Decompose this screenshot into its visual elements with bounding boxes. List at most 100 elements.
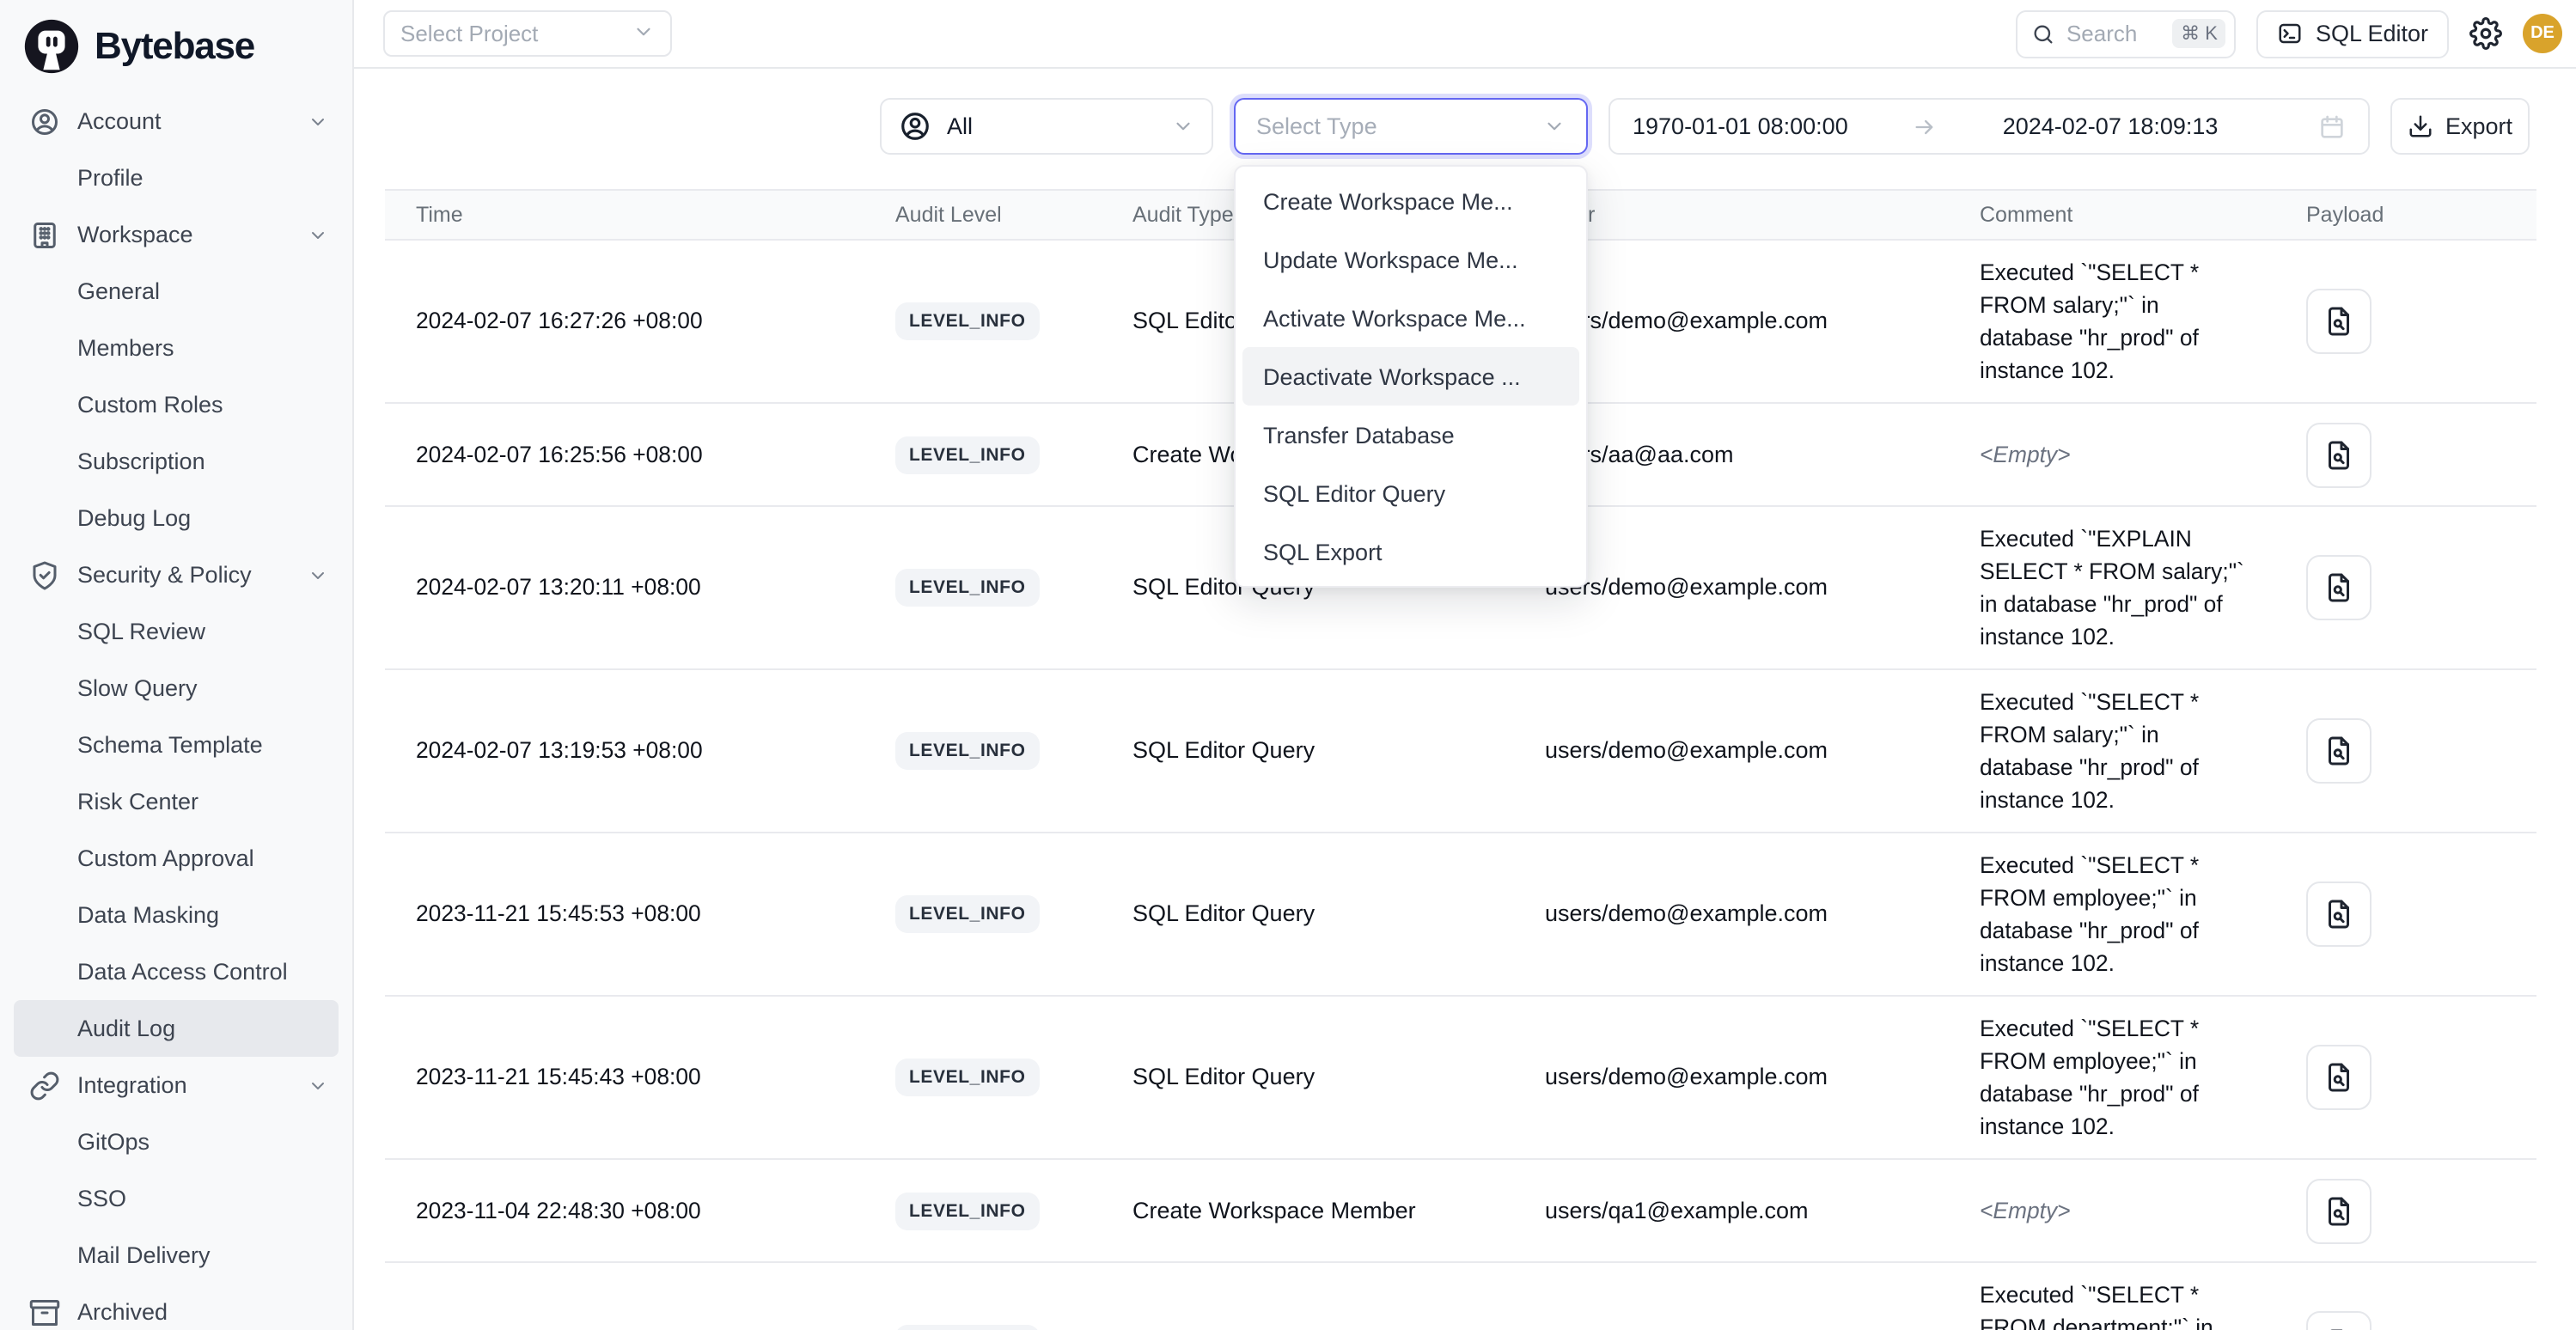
sidebar-item-security-policy[interactable]: Security & Policy <box>14 546 339 603</box>
bytebase-app: Bytebase AccountProfileWorkspaceGeneralM… <box>0 0 2576 1330</box>
chevron-down-icon <box>1172 115 1194 137</box>
sql-editor-button[interactable]: SQL Editor <box>2257 9 2449 58</box>
audit-level-badge: LEVEL_INFO <box>895 732 1040 770</box>
sidebar: Bytebase AccountProfileWorkspaceGeneralM… <box>0 0 354 1330</box>
payload-view-button[interactable] <box>2306 1045 2372 1110</box>
column-header-payload: Payload <box>2306 203 2536 227</box>
sidebar-item-label: Account <box>77 108 162 134</box>
column-header-time: Time <box>385 203 895 227</box>
sidebar-item-members[interactable]: Members <box>14 320 339 376</box>
sidebar-item-label: GitOps <box>77 1129 150 1155</box>
sidebar-item-profile[interactable]: Profile <box>14 149 339 206</box>
sidebar-item-sql-review[interactable]: SQL Review <box>14 603 339 660</box>
date-end: 2024-02-07 18:09:13 <box>2003 113 2219 139</box>
sidebar-item-data-masking[interactable]: Data Masking <box>14 887 339 943</box>
sql-editor-label: SQL Editor <box>2316 21 2428 46</box>
chevron-down-icon <box>308 224 328 245</box>
chevron-down-icon <box>308 1075 328 1095</box>
sidebar-item-label: Audit Log <box>77 1016 175 1041</box>
sidebar-item-custom-roles[interactable]: Custom Roles <box>14 376 339 433</box>
sidebar-item-data-access-control[interactable]: Data Access Control <box>14 943 339 1000</box>
dropdown-option-create-workspace-me[interactable]: Create Workspace Me... <box>1242 172 1579 230</box>
sidebar-item-general[interactable]: General <box>14 263 339 320</box>
audit-type: Create Workspace Member <box>1132 1197 1416 1223</box>
sidebar-item-schema-template[interactable]: Schema Template <box>14 717 339 773</box>
audit-level-badge: LEVEL_INFO <box>895 569 1040 607</box>
brand-name: Bytebase <box>95 24 254 69</box>
chevron-down-icon <box>308 111 328 131</box>
payload-view-button[interactable] <box>2306 1178 2372 1243</box>
filter-bar: All Select Type 1970-01-01 08:00:00 2024… <box>385 98 2530 155</box>
sidebar-item-audit-log[interactable]: Audit Log <box>14 1000 339 1057</box>
sidebar-item-workspace[interactable]: Workspace <box>14 206 339 263</box>
audit-comment: <Empty> <box>1980 1194 2258 1227</box>
dropdown-option-sql-export[interactable]: SQL Export <box>1242 522 1579 581</box>
avatar[interactable]: DE <box>2523 14 2562 53</box>
date-range-picker[interactable]: 1970-01-01 08:00:00 2024-02-07 18:09:13 <box>1608 98 2370 155</box>
sidebar-item-mail-delivery[interactable]: Mail Delivery <box>14 1227 339 1284</box>
type-dropdown-menu: Create Workspace Me...Update Workspace M… <box>1234 165 1588 588</box>
sidebar-item-label: Data Masking <box>77 902 219 928</box>
search-icon <box>2032 21 2056 46</box>
payload-view-button[interactable] <box>2306 882 2372 947</box>
export-label: Export <box>2445 113 2512 139</box>
audit-time: 2024-02-07 13:19:53 +08:00 <box>416 737 703 763</box>
audit-time: 2023-11-21 15:45:53 +08:00 <box>416 900 701 926</box>
file-search-icon <box>2323 735 2354 766</box>
dropdown-option-activate-workspace-me[interactable]: Activate Workspace Me... <box>1242 289 1579 347</box>
audit-time: 2024-02-07 13:20:11 +08:00 <box>416 574 701 600</box>
sidebar-item-account[interactable]: Account <box>14 93 339 149</box>
audit-comment: Executed `"SELECT * FROM salary;"` in da… <box>1980 670 2258 832</box>
file-search-icon <box>2323 1062 2354 1093</box>
audit-type: SQL Editor Query <box>1132 1064 1315 1089</box>
audit-actor: users/demo@example.com <box>1545 900 1828 926</box>
search-input[interactable]: Search ⌘ K <box>2017 9 2237 58</box>
project-select-placeholder: Select Project <box>400 21 632 46</box>
topbar: Select Project Search ⌘ K SQL Editor DE <box>354 0 2576 69</box>
sidebar-item-debug-log[interactable]: Debug Log <box>14 490 339 546</box>
dropdown-option-transfer-database[interactable]: Transfer Database <box>1242 406 1579 464</box>
bytebase-logo[interactable]: Bytebase <box>0 0 352 79</box>
sidebar-nav: Account Profile WorkspaceGeneralMembers Cus… <box>0 79 352 1330</box>
payload-view-button[interactable] <box>2306 422 2372 487</box>
audit-time: 2024-02-07 16:27:26 +08:00 <box>416 308 703 333</box>
export-button[interactable]: Export <box>2390 98 2530 155</box>
topbar-right: Search ⌘ K SQL Editor DE <box>2017 9 2562 58</box>
audit-time: 2023-11-21 15:45:43 +08:00 <box>416 1064 701 1089</box>
sidebar-item-label: Security & Policy <box>77 562 252 588</box>
audit-comment: Executed `"SELECT * FROM employee;"` in … <box>1980 833 2258 995</box>
sidebar-item-integration[interactable]: Integration <box>14 1057 339 1113</box>
payload-view-button[interactable] <box>2306 718 2372 784</box>
search-placeholder: Search <box>2066 21 2162 46</box>
audit-actor: users/demo@example.com <box>1545 737 1828 763</box>
payload-view-button[interactable] <box>2306 555 2372 620</box>
chevron-down-icon <box>308 564 328 585</box>
column-header-audit-level: Audit Level <box>895 203 1132 227</box>
sidebar-item-label: Profile <box>77 165 143 191</box>
dropdown-option-update-workspace-me[interactable]: Update Workspace Me... <box>1242 230 1579 289</box>
audit-comment: Executed `"EXPLAIN SELECT * FROM salary;… <box>1980 507 2258 668</box>
sidebar-item-label: Custom Roles <box>77 392 223 418</box>
audit-level-badge: LEVEL_INFO <box>895 895 1040 933</box>
payload-view-button[interactable] <box>2306 289 2372 354</box>
dropdown-option-deactivate-workspace[interactable]: Deactivate Workspace ... <box>1242 347 1579 406</box>
actor-filter-value: All <box>947 113 973 139</box>
type-filter-select[interactable]: Select Type <box>1234 98 1588 155</box>
actor-filter-select[interactable]: All <box>880 98 1213 155</box>
sidebar-item-sso[interactable]: SSO <box>14 1170 339 1227</box>
sidebar-item-subscription[interactable]: Subscription <box>14 433 339 490</box>
dropdown-option-sql-editor-query[interactable]: SQL Editor Query <box>1242 464 1579 522</box>
sidebar-item-gitops[interactable]: GitOps <box>14 1113 339 1170</box>
sidebar-item-custom-approval[interactable]: Custom Approval <box>14 830 339 887</box>
sidebar-item-label: Subscription <box>77 448 205 474</box>
payload-view-button[interactable] <box>2306 1311 2372 1330</box>
sidebar-item-label: Archived <box>77 1299 168 1325</box>
sidebar-item-label: Integration <box>77 1072 187 1098</box>
sidebar-item-slow-query[interactable]: Slow Query <box>14 660 339 717</box>
sidebar-item-archived[interactable]: Archived <box>14 1284 339 1330</box>
project-select[interactable]: Select Project <box>383 10 672 57</box>
gear-icon[interactable] <box>2469 17 2502 50</box>
chevron-down-icon <box>632 20 655 47</box>
audit-actor: users/qa1@example.com <box>1545 1197 1809 1223</box>
sidebar-item-risk-center[interactable]: Risk Center <box>14 773 339 830</box>
